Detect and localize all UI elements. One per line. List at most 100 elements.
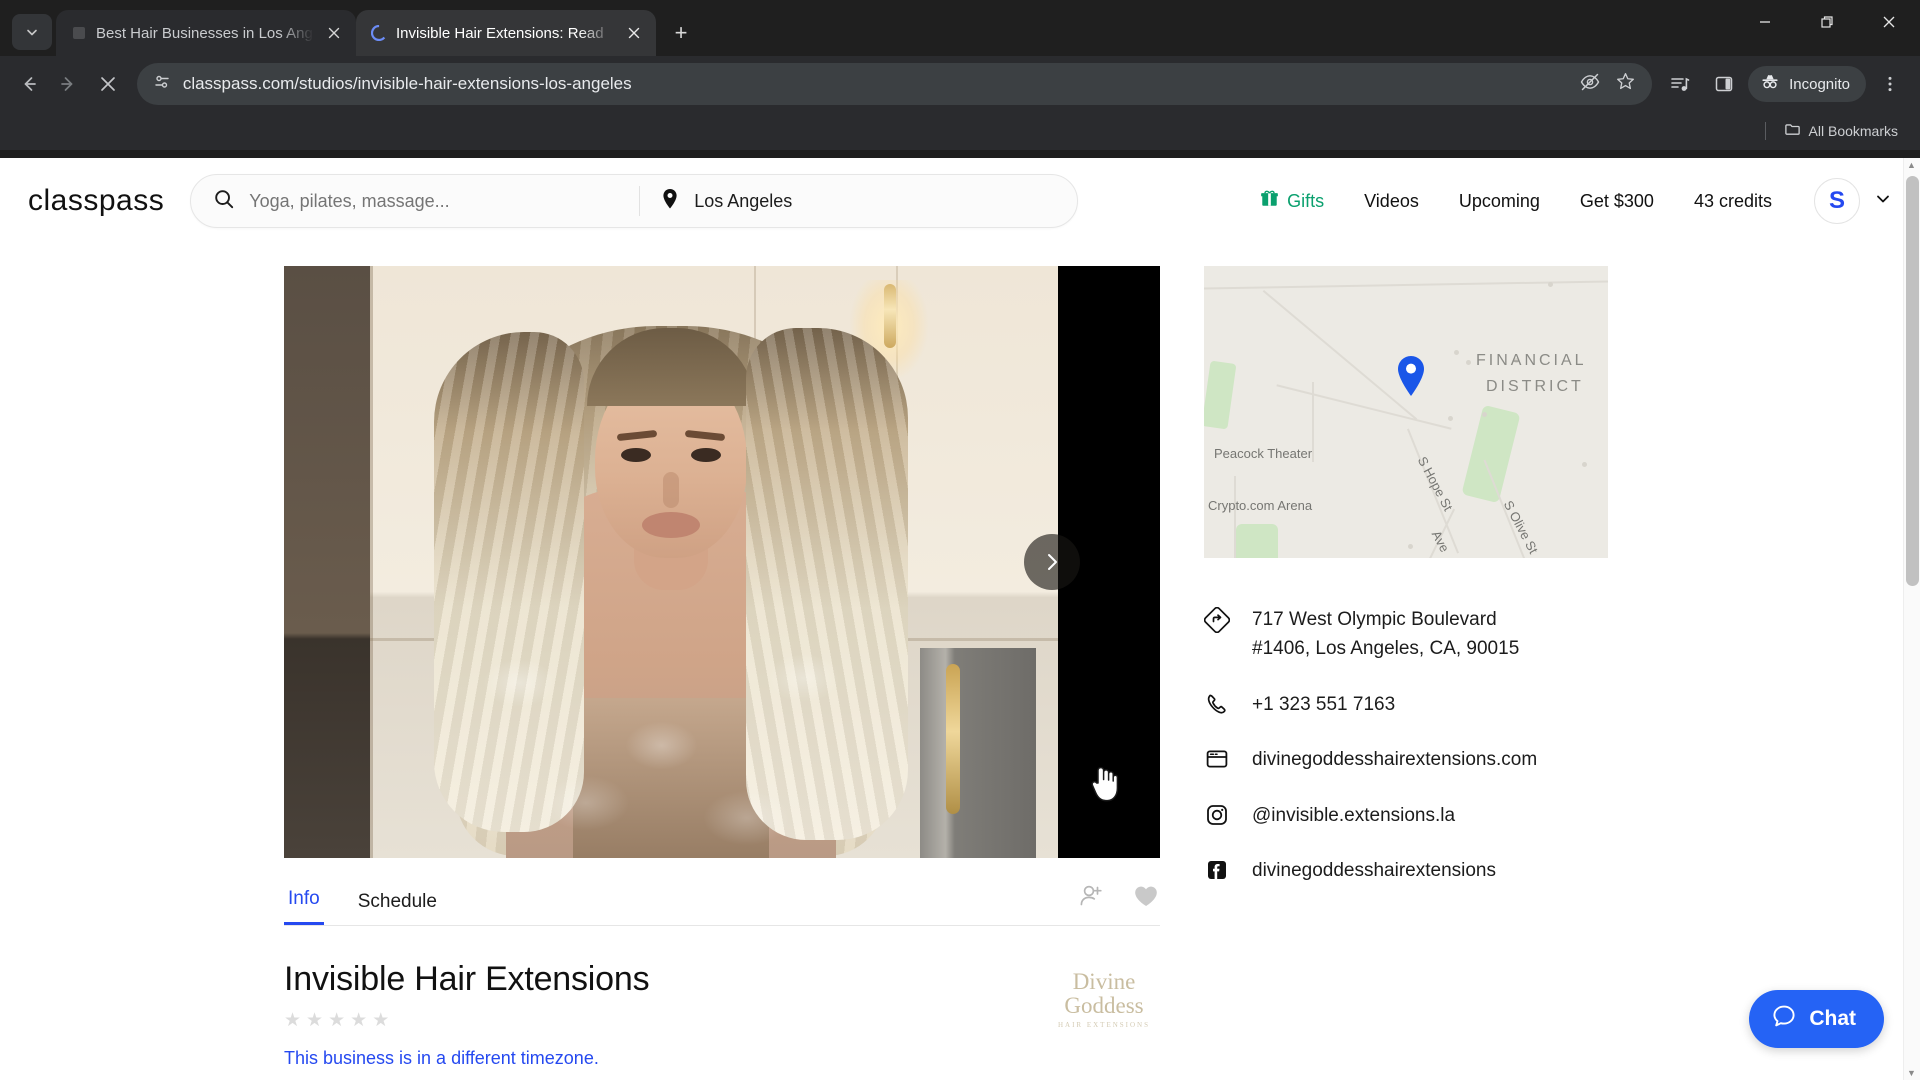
main-content: Info Schedule Invisible Hair Extensions …: [0, 244, 1920, 1069]
bookmarks-bar: All Bookmarks: [0, 112, 1920, 150]
maximize-restore-button[interactable]: [1796, 0, 1858, 44]
add-person-icon[interactable]: [1078, 882, 1106, 915]
contact-row-address[interactable]: 717 West Olympic Boulevard #1406, Los An…: [1204, 592, 1640, 677]
folder-icon: [1784, 121, 1801, 141]
business-logo: Divine Goddess HAIR EXTENSIONS: [1048, 960, 1160, 1040]
contact-info-list: 717 West Olympic Boulevard #1406, Los An…: [1204, 592, 1640, 899]
star-4: ★: [350, 1010, 368, 1031]
browser-toolbar: classpass.com/studios/invisible-hair-ext…: [0, 56, 1920, 112]
scroll-up-arrow-icon[interactable]: ▲: [1907, 160, 1916, 170]
search-location-segment[interactable]: Los Angeles: [640, 175, 1077, 227]
nav-item-gifts[interactable]: Gifts: [1252, 189, 1344, 213]
close-window-button[interactable]: [1858, 0, 1920, 44]
contact-address-text: 717 West Olympic Boulevard #1406, Los An…: [1252, 609, 1520, 660]
gallery-next-button[interactable]: [1024, 534, 1080, 590]
contact-row-instagram[interactable]: @invisible.extensions.la: [1204, 788, 1640, 843]
business-logo-line1: Divine: [1072, 969, 1136, 995]
bookmarks-divider: [1764, 122, 1766, 140]
search-location-value: Los Angeles: [694, 190, 793, 211]
location-map[interactable]: FINANCIAL DISTRICT Peacock Theater Crypt…: [1204, 266, 1608, 558]
business-header: Invisible Hair Extensions ★ ★ ★ ★ ★ This…: [284, 960, 1160, 1069]
star-3: ★: [328, 1010, 346, 1031]
map-park-2: [1461, 404, 1521, 504]
browser-tab-1-close[interactable]: [322, 21, 346, 45]
all-bookmarks-button[interactable]: All Bookmarks: [1776, 117, 1906, 145]
contact-facebook-text: divinegoddesshairextensions: [1252, 860, 1496, 882]
forward-arrow-icon[interactable]: [50, 64, 88, 104]
tab-search-button[interactable]: [12, 14, 52, 50]
rating-stars: ★ ★ ★ ★ ★: [284, 1011, 649, 1030]
stop-loading-icon[interactable]: [89, 64, 127, 104]
map-label-peacock-theater: Peacock Theater: [1214, 446, 1313, 461]
business-logo-line3: HAIR EXTENSIONS: [1057, 1021, 1151, 1030]
gallery-image: [284, 266, 1060, 858]
instagram-icon: [1204, 801, 1230, 827]
map-label-financial: FINANCIAL: [1476, 352, 1587, 369]
search-icon: [213, 188, 235, 215]
classpass-icon: [370, 24, 388, 42]
right-column: FINANCIAL DISTRICT Peacock Theater Crypt…: [1160, 266, 1640, 1069]
side-panel-icon[interactable]: [1704, 64, 1744, 104]
nav-item-credits[interactable]: 43 credits: [1674, 191, 1792, 212]
search-input[interactable]: [249, 190, 580, 212]
star-icon[interactable]: [1615, 71, 1636, 97]
map-park-1: [1204, 360, 1237, 430]
minimize-button[interactable]: [1734, 0, 1796, 44]
tab-schedule[interactable]: Schedule: [354, 891, 441, 925]
phone-icon: [1204, 690, 1230, 716]
eye-crossed-icon[interactable]: [1579, 71, 1601, 98]
three-dot-menu-icon[interactable]: [1870, 64, 1910, 104]
nav-item-upcoming[interactable]: Upcoming: [1439, 191, 1560, 212]
new-tab-button[interactable]: +: [664, 16, 698, 50]
chevron-right-icon: [1048, 554, 1057, 570]
tab-info[interactable]: Info: [284, 888, 324, 925]
business-header-text: Invisible Hair Extensions ★ ★ ★ ★ ★ This…: [284, 960, 650, 1069]
media-playlist-icon[interactable]: [1660, 64, 1700, 104]
site-settings-icon[interactable]: [153, 73, 171, 96]
tab-strip: Best Hair Businesses in Los Ang Invisibl…: [0, 0, 1920, 56]
contact-instagram-text: @invisible.extensions.la: [1252, 804, 1456, 826]
page-scrollbar[interactable]: ▲ ▼: [1903, 158, 1920, 1080]
nav-item-get-300[interactable]: Get $300: [1560, 191, 1674, 212]
generic-page-icon: [70, 24, 88, 42]
incognito-hat-icon: [1760, 72, 1780, 96]
nav-item-videos[interactable]: Videos: [1344, 191, 1439, 212]
classpass-logo[interactable]: classpass: [26, 184, 164, 218]
chat-button-label: Chat: [1809, 1007, 1856, 1030]
account-menu-chevron-down-icon[interactable]: [1874, 190, 1892, 213]
scrollbar-thumb[interactable]: [1906, 176, 1919, 586]
search-bar[interactable]: Los Angeles: [190, 174, 1079, 228]
map-label-crypto-arena: Crypto.com Arena: [1208, 498, 1313, 513]
avatar[interactable]: S: [1814, 178, 1860, 224]
browser-tab-1-title: Best Hair Businesses in Los Ang: [96, 24, 313, 42]
contact-phone-text: +1 323 551 7163: [1252, 693, 1396, 715]
page-viewport: classpass Yoga, pilates, massage... Los …: [0, 158, 1920, 1080]
timezone-note-link[interactable]: This business is in a different timezone…: [284, 1048, 649, 1069]
map-label-district: DISTRICT: [1486, 378, 1584, 395]
browser-tab-2-close[interactable]: [622, 21, 646, 45]
address-bar-url: classpass.com/studios/invisible-hair-ext…: [182, 74, 632, 93]
nav-item-gifts-label: Gifts: [1287, 190, 1325, 211]
site-nav: Gifts Videos Upcoming Get $300 43 credit…: [1252, 178, 1892, 224]
all-bookmarks-label: All Bookmarks: [1808, 123, 1898, 139]
chat-bubble-icon: [1771, 1003, 1797, 1035]
detail-tabs: Info Schedule: [284, 880, 1160, 926]
business-logo-line2: Goddess: [1064, 992, 1144, 1018]
browser-tab-1[interactable]: Best Hair Businesses in Los Ang: [56, 10, 356, 56]
left-column: Info Schedule Invisible Hair Extensions …: [0, 266, 1160, 1069]
heart-icon[interactable]: [1132, 882, 1160, 915]
search-keyword-segment[interactable]: [191, 175, 639, 227]
contact-row-facebook[interactable]: divinegoddesshairextensions: [1204, 843, 1640, 898]
map-park-3: [1236, 524, 1278, 558]
incognito-indicator[interactable]: Incognito: [1748, 66, 1866, 102]
address-bar[interactable]: classpass.com/studios/invisible-hair-ext…: [136, 63, 1653, 105]
scroll-down-arrow-icon[interactable]: ▼: [1907, 1068, 1916, 1078]
gallery-viewer[interactable]: [284, 266, 1160, 858]
browser-window: Best Hair Businesses in Los Ang Invisibl…: [0, 0, 1920, 1080]
business-location-pin: [1394, 354, 1428, 403]
contact-row-phone[interactable]: +1 323 551 7163: [1204, 677, 1640, 732]
browser-tab-2[interactable]: Invisible Hair Extensions: Read: [356, 10, 656, 56]
back-arrow-icon[interactable]: [10, 64, 48, 104]
chat-button[interactable]: Chat: [1749, 990, 1884, 1048]
contact-row-website[interactable]: divinegoddesshairextensions.com: [1204, 732, 1640, 787]
